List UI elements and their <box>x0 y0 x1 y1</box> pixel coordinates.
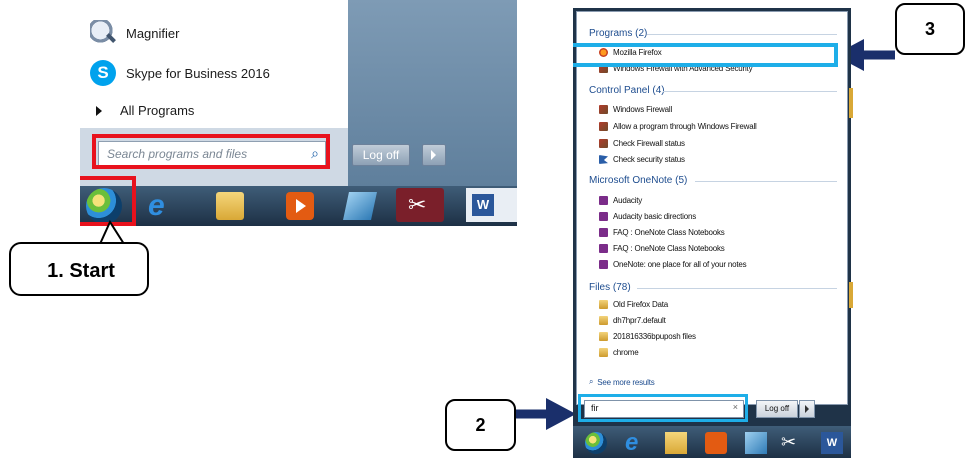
result-item[interactable]: Audacity basic directions <box>599 212 696 221</box>
group-title-onenote: Microsoft OneNote (5) <box>589 175 688 186</box>
search-icon: ⌕ <box>589 377 594 386</box>
file-explorer-icon[interactable] <box>665 432 687 454</box>
folder-icon <box>599 348 608 357</box>
right-start-menu-screenshot: Programs (2) Mozilla Firefox Windows Fir… <box>573 8 851 458</box>
onenote-icon <box>599 244 608 253</box>
firewall-icon <box>599 122 608 131</box>
divider <box>663 91 837 92</box>
result-item[interactable]: dh7hpr7.default <box>599 316 666 325</box>
arrow-2-head <box>546 398 576 430</box>
result-item[interactable]: Audacity <box>599 196 642 205</box>
onenote-icon <box>599 196 608 205</box>
result-item[interactable]: Check Firewall status <box>599 139 685 148</box>
group-title-programs: Programs (2) <box>589 28 648 39</box>
result-item[interactable]: FAQ : OneNote Class Notebooks <box>599 228 725 237</box>
group-title-control-panel: Control Panel (4) <box>589 85 665 96</box>
word-icon[interactable]: W <box>821 432 843 454</box>
result-item[interactable]: FAQ : OneNote Class Notebooks <box>599 244 725 253</box>
see-more-results-link[interactable]: ⌕ See more results <box>589 377 655 387</box>
result-item[interactable]: Old Firefox Data <box>599 300 668 309</box>
callout-start-label: 1. Start <box>47 260 115 282</box>
group-title-files: Files (78) <box>589 282 631 293</box>
start-button[interactable] <box>585 432 607 454</box>
result-item[interactable]: Windows Firewall <box>599 105 672 114</box>
log-off-button[interactable]: Log off <box>756 400 798 418</box>
result-item[interactable]: chrome <box>599 348 639 357</box>
firewall-icon <box>599 139 608 148</box>
divider <box>647 34 837 35</box>
divider <box>637 288 837 289</box>
firewall-icon <box>599 105 608 114</box>
result-item[interactable]: Allow a program through Windows Firewall <box>599 122 757 131</box>
flag-icon <box>599 155 608 164</box>
callout-1-pointer <box>98 219 126 245</box>
divider <box>695 181 837 182</box>
background-strip <box>849 88 853 118</box>
media-player-icon[interactable] <box>705 432 727 454</box>
callout-3-label: 3 <box>924 19 935 39</box>
folder-icon <box>599 316 608 325</box>
onenote-icon <box>599 212 608 221</box>
background-strip <box>849 282 853 308</box>
shutdown-options-arrow-button[interactable] <box>799 400 815 418</box>
start-menu-search-results: Programs (2) Mozilla Firefox Windows Fir… <box>576 11 848 405</box>
internet-explorer-icon[interactable]: e <box>625 431 647 455</box>
scissors-icon[interactable]: ✂ <box>781 432 803 454</box>
highlight-firefox-result <box>573 43 838 67</box>
callout-start: 1. Start <box>9 242 149 296</box>
folder-icon <box>599 300 608 309</box>
result-item[interactable]: 201816336bpuposh files <box>599 332 696 341</box>
callout-2-label: 2 <box>475 415 486 435</box>
highlight-search-box <box>578 394 748 422</box>
result-item[interactable]: OneNote: one place for all of your notes <box>599 260 747 269</box>
onenote-icon <box>599 260 608 269</box>
onenote-icon <box>599 228 608 237</box>
result-item[interactable]: Check security status <box>599 155 685 164</box>
folder-icon <box>599 332 608 341</box>
notes-icon[interactable] <box>745 432 767 454</box>
